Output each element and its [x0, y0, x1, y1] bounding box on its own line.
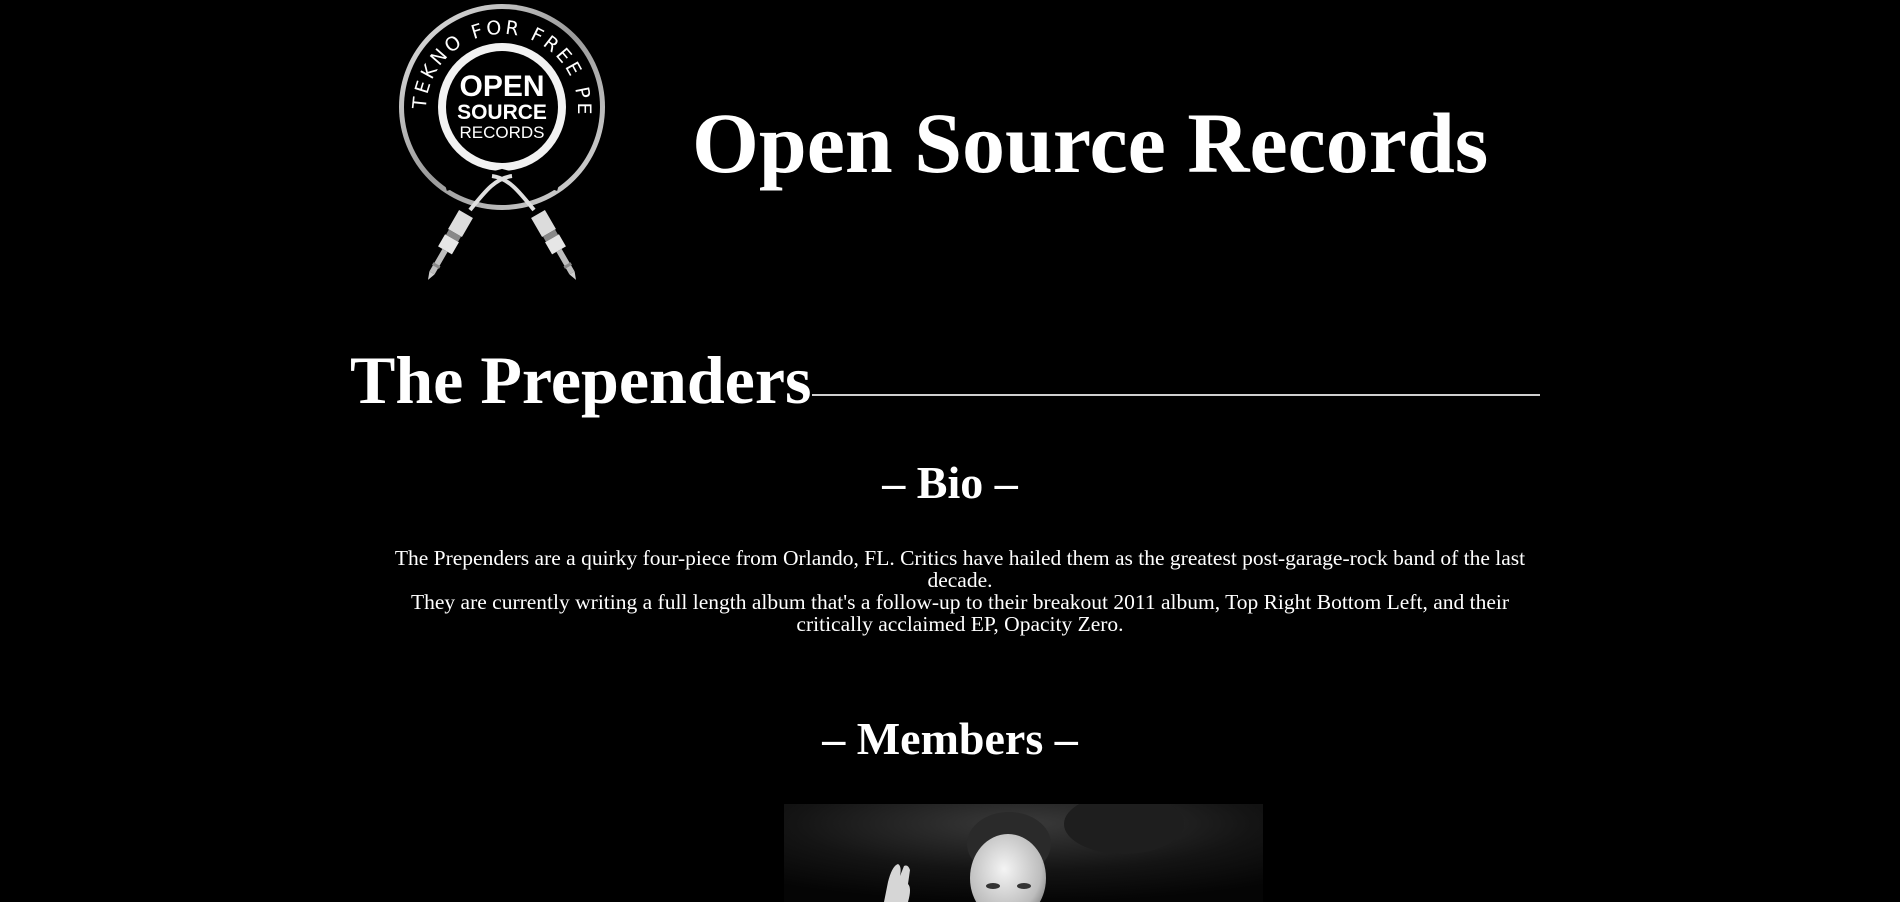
- bio-heading: – Bio –: [882, 457, 1018, 508]
- logo-text-records: RECORDS: [459, 123, 544, 142]
- open-source-records-logo[interactable]: FREE TEKNO FOR FREE PEOPLE OPEN SOURCE R…: [396, 0, 608, 312]
- members-heading: – Members –: [822, 713, 1078, 764]
- band-name: The Prependers: [350, 342, 812, 418]
- bio-paragraph: The Prependers are a quirky four-piece f…: [394, 546, 1526, 592]
- member-photo: [784, 804, 1263, 902]
- logo-jack-right-icon: [531, 210, 576, 280]
- bio-text: The Prependers are a quirky four-piece f…: [376, 547, 1544, 635]
- band-heading: The Prependers: [350, 346, 1540, 414]
- band-heading-rule: [811, 394, 1540, 396]
- page: FREE TEKNO FOR FREE PEOPLE OPEN SOURCE R…: [0, 0, 1900, 902]
- logo-jack-left-icon: [428, 210, 473, 280]
- logo-text-open: OPEN: [459, 70, 544, 103]
- site-title: Open Source Records: [692, 95, 1489, 191]
- bio-paragraph: They are currently writing a full length…: [410, 590, 1510, 636]
- logo-text-source: SOURCE: [457, 101, 547, 124]
